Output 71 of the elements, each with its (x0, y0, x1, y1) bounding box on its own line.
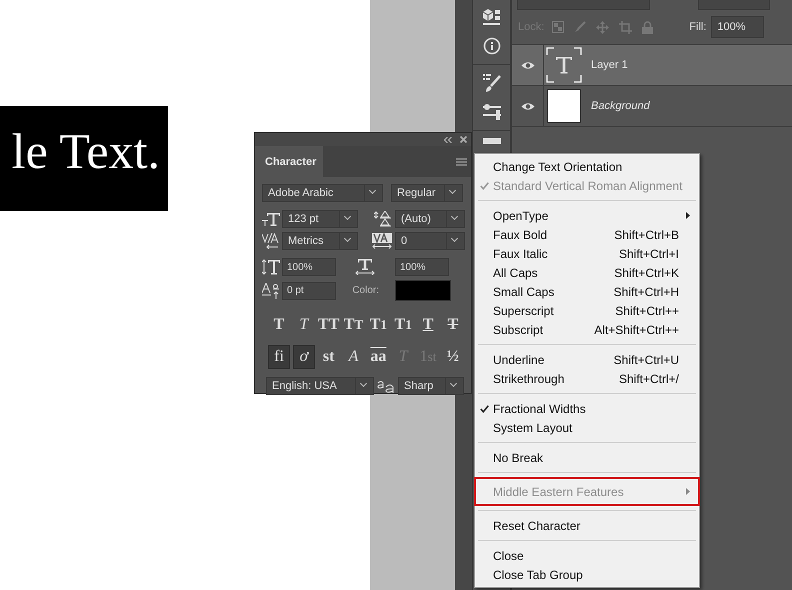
tracking-dropdown[interactable]: 0 (395, 232, 465, 250)
font-size-icon (262, 212, 280, 226)
vertical-scale-icon (262, 259, 280, 275)
checkerboard-icon[interactable] (552, 21, 564, 33)
info-icon[interactable] (482, 37, 500, 55)
menu-icon[interactable] (456, 158, 467, 166)
antialias-icon (377, 380, 395, 392)
font-family-dropdown[interactable]: Adobe Arabic (262, 184, 383, 202)
text-sample: le Text. (0, 106, 168, 211)
menu-item[interactable]: Small Caps Shift+Ctrl+H (475, 282, 699, 301)
menu-item[interactable]: OpenType (475, 206, 699, 225)
adjustment-sliders-icon[interactable] (482, 101, 502, 121)
font-size-dropdown[interactable]: 123 pt (282, 210, 358, 228)
character-tab[interactable]: Character (255, 146, 323, 177)
menu-item[interactable]: All Caps Shift+Ctrl+K (475, 263, 699, 282)
opentype-button[interactable]: ơ (292, 345, 315, 369)
opentype-button[interactable]: aa (367, 345, 390, 369)
menu-item[interactable]: Superscript Shift+Ctrl++ (475, 301, 699, 320)
menu-item[interactable]: Reset Character (475, 516, 699, 535)
brush-icon[interactable] (482, 73, 502, 93)
horizontal-scale-icon (355, 259, 375, 275)
eye-icon[interactable] (520, 102, 534, 110)
kerning-dropdown[interactable]: Metrics (282, 232, 358, 250)
language-dropdown[interactable]: English: USA (266, 377, 374, 395)
vertical-scale-field[interactable]: 100% (282, 258, 336, 276)
menu-item[interactable]: Fractional Widths (475, 399, 699, 418)
type-style-button[interactable]: T (292, 313, 315, 337)
opentype-button[interactable]: ½ (442, 345, 464, 369)
opentype-button[interactable]: A (342, 345, 365, 369)
menu-item[interactable]: Subscript Alt+Shift+Ctrl++ (475, 320, 699, 339)
cube-icon[interactable] (480, 8, 502, 26)
submenu-arrow-icon (686, 212, 690, 219)
submenu-arrow-icon (686, 488, 690, 495)
menu-item[interactable]: Underline Shift+Ctrl+U (475, 350, 699, 369)
fill-label: Fill: (689, 21, 706, 33)
menu-item[interactable]: Close (475, 546, 699, 565)
type-style-button[interactable]: T (268, 313, 290, 337)
layer-row[interactable]: Layer 1 (512, 45, 792, 86)
panel-icon[interactable] (482, 137, 502, 145)
fill-field[interactable]: 100% (711, 16, 764, 38)
collapse-icon[interactable] (444, 136, 452, 142)
menu-item[interactable]: Faux Italic Shift+Ctrl+I (475, 244, 699, 263)
type-style-button[interactable]: T (417, 313, 440, 337)
opentype-button[interactable]: fi (268, 345, 290, 369)
leading-dropdown[interactable]: (Auto) (395, 210, 465, 228)
layer-name: Layer 1 (591, 59, 628, 71)
eye-icon[interactable] (520, 60, 534, 70)
menu-item[interactable]: Close Tab Group (475, 565, 699, 584)
menu-item[interactable]: Change Text Orientation (475, 157, 699, 176)
baseline-shift-field[interactable]: 0 pt (282, 282, 336, 300)
baseline-shift-icon (262, 282, 280, 298)
menu-item[interactable]: No Break (475, 448, 699, 467)
color-label: Color: (352, 285, 379, 296)
type-style-button[interactable]: T (442, 313, 464, 337)
font-style-dropdown[interactable]: Regular (391, 184, 463, 202)
layer-row[interactable]: Background (512, 86, 792, 127)
menu-item[interactable]: Strikethrough Shift+Ctrl+/ (475, 369, 699, 388)
layer-name: Background (591, 100, 650, 112)
menu-item[interactable]: Faux Bold Shift+Ctrl+B (475, 225, 699, 244)
horizontal-scale-field[interactable]: 100% (395, 258, 449, 276)
color-swatch[interactable] (395, 280, 451, 301)
antialias-dropdown[interactable]: Sharp (398, 377, 464, 395)
text-layer-thumbnail (546, 47, 582, 83)
kerning-icon (262, 233, 280, 249)
type-style-button[interactable]: TT (318, 313, 340, 337)
close-icon[interactable] (460, 136, 467, 143)
opentype-button[interactable]: st (318, 345, 340, 369)
tracking-icon (372, 233, 392, 249)
background-thumbnail (547, 89, 581, 123)
leading-icon (374, 211, 392, 227)
menu-item[interactable]: System Layout (475, 418, 699, 437)
